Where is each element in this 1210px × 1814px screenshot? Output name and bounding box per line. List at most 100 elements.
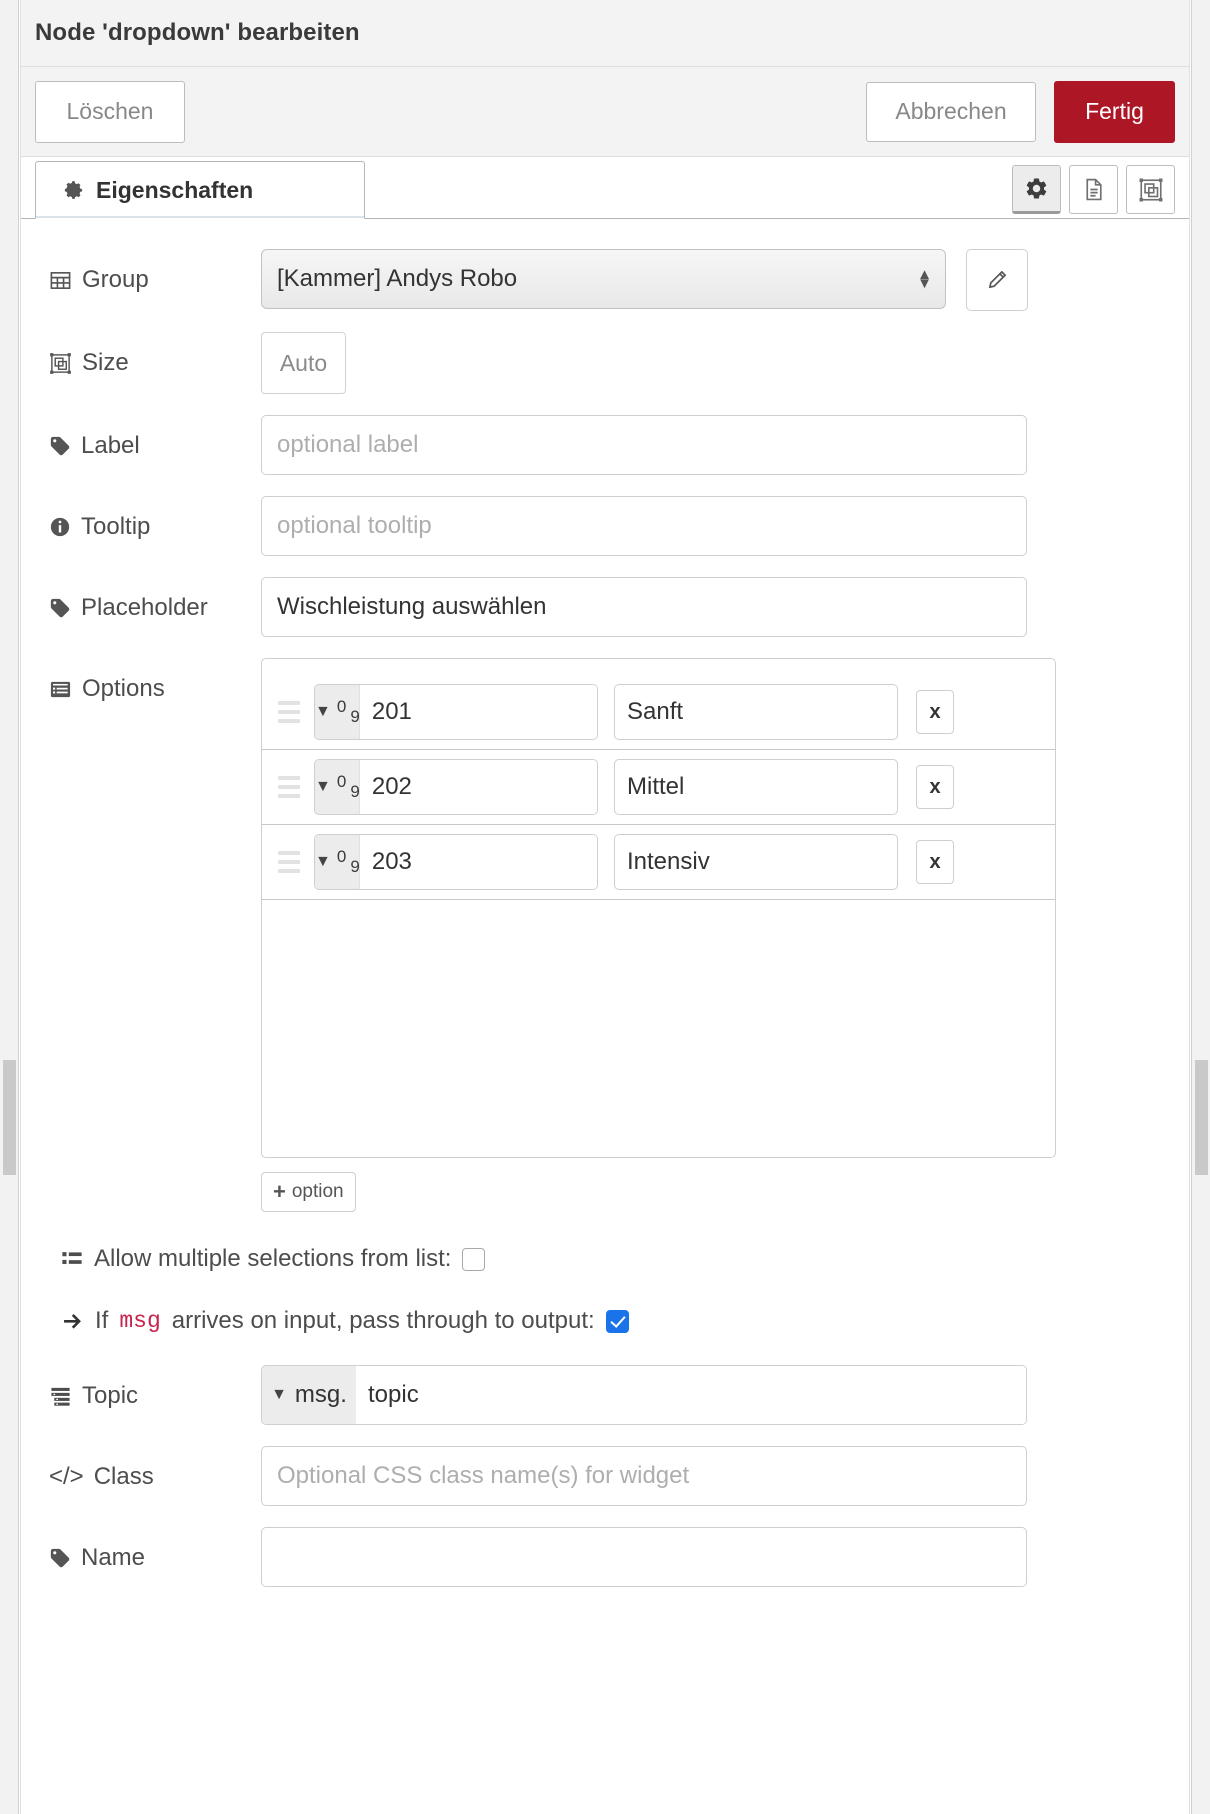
number-type-icon: 09 xyxy=(336,847,360,876)
tooltip-input[interactable] xyxy=(261,496,1027,556)
name-input[interactable] xyxy=(261,1527,1027,1587)
right-scrollbar-thumb[interactable] xyxy=(1195,1060,1208,1175)
option-type-selector[interactable]: ▼ 09 xyxy=(315,760,360,814)
edit-group-button[interactable] xyxy=(966,249,1028,311)
size-label: Size xyxy=(49,332,261,392)
topic-type-label: msg. xyxy=(294,1381,347,1408)
appearance-icon xyxy=(1138,177,1164,203)
msg-token: msg xyxy=(119,1308,161,1334)
label-input[interactable] xyxy=(261,415,1027,475)
option-type-selector[interactable]: ▼ 09 xyxy=(315,685,360,739)
passthrough-text-before: If xyxy=(95,1307,109,1334)
allow-multiple-checkbox[interactable] xyxy=(462,1247,486,1271)
option-value-combo: ▼ 09 xyxy=(314,759,598,815)
topic-input[interactable] xyxy=(356,1366,1026,1424)
class-field xyxy=(261,1446,1175,1506)
add-option-button[interactable]: + option xyxy=(261,1172,356,1212)
gear-icon xyxy=(62,179,85,202)
row-size: Size Auto xyxy=(21,332,1189,394)
name-label: Name xyxy=(49,1527,261,1587)
appearance-tool-button[interactable] xyxy=(1126,165,1175,214)
chevron-down-icon: ▼ xyxy=(271,1386,287,1403)
right-scrollbar[interactable] xyxy=(1191,0,1210,1814)
size-field: Auto xyxy=(261,332,1175,394)
select-arrows-icon: ▲ ▼ xyxy=(917,266,932,292)
tag-icon xyxy=(49,435,71,457)
chevron-down-icon: ▼ xyxy=(315,778,331,795)
remove-option-button[interactable]: x xyxy=(916,765,954,809)
group-select-value: [Kammer] Andys Robo xyxy=(277,265,518,292)
cancel-button[interactable]: Abbrechen xyxy=(866,81,1036,142)
remove-option-button[interactable]: x xyxy=(916,840,954,884)
group-field: [Kammer] Andys Robo ▲ ▼ xyxy=(261,249,1175,311)
document-icon xyxy=(1081,177,1106,202)
passthrough-text-after: arrives on input, pass through to output… xyxy=(171,1307,595,1334)
row-class: </> Class xyxy=(21,1446,1189,1506)
placeholder-field xyxy=(261,577,1175,637)
drag-handle-icon[interactable] xyxy=(272,851,306,873)
widget-label-label: Label xyxy=(49,415,261,475)
placeholder-input[interactable] xyxy=(261,577,1027,637)
allow-multiple-label: Allow multiple selections from list: xyxy=(94,1245,452,1272)
option-row: ▼ 09 x xyxy=(262,825,1055,900)
passthrough-checkbox[interactable] xyxy=(605,1309,629,1333)
tag-icon xyxy=(49,1547,71,1569)
done-button[interactable]: Fertig xyxy=(1054,80,1175,143)
tab-properties[interactable]: Eigenschaften xyxy=(35,161,365,219)
drag-handle-icon[interactable] xyxy=(272,776,306,798)
delete-button[interactable]: Löschen xyxy=(35,80,185,143)
option-value-combo: ▼ 09 xyxy=(314,834,598,890)
size-button[interactable]: Auto xyxy=(261,332,346,394)
group-label-text: Group xyxy=(82,266,149,293)
left-scrollbar[interactable] xyxy=(0,0,19,1814)
resize-icon xyxy=(49,352,72,375)
remove-option-button[interactable]: x xyxy=(916,690,954,734)
options-list: ▼ 09 x xyxy=(261,658,1056,1158)
dialog-titlebar: Node 'dropdown' bearbeiten xyxy=(21,0,1189,67)
chevron-down-icon: ▼ xyxy=(315,703,331,720)
option-label-input[interactable] xyxy=(614,759,898,815)
topic-field: ▼ msg. xyxy=(261,1365,1175,1425)
option-value-input[interactable] xyxy=(359,760,597,814)
properties-tool-button[interactable] xyxy=(1012,165,1061,214)
table-icon xyxy=(49,269,72,292)
description-tool-button[interactable] xyxy=(1069,165,1118,214)
tag-icon xyxy=(49,597,71,619)
topic-combo: ▼ msg. xyxy=(261,1365,1027,1425)
add-option-label: option xyxy=(291,1181,344,1202)
option-label-input[interactable] xyxy=(614,684,898,740)
topic-type-selector[interactable]: ▼ msg. xyxy=(262,1366,356,1424)
row-tooltip: Tooltip xyxy=(21,496,1189,556)
tooltip-field xyxy=(261,496,1175,556)
class-input[interactable] xyxy=(261,1446,1027,1506)
topic-label: Topic xyxy=(49,1365,261,1425)
group-label: Group xyxy=(49,249,261,309)
info-icon xyxy=(49,516,71,538)
size-label-text: Size xyxy=(82,349,129,376)
option-value-input[interactable] xyxy=(359,835,597,889)
row-group: Group [Kammer] Andys Robo ▲ ▼ xyxy=(21,249,1189,311)
options-field: ▼ 09 x xyxy=(261,658,1175,1212)
list-icon xyxy=(49,678,72,701)
code-icon: </> xyxy=(49,1463,84,1490)
node-edit-dialog: Node 'dropdown' bearbeiten Löschen Abbre… xyxy=(0,0,1210,1814)
dialog-action-bar: Löschen Abbrechen Fertig xyxy=(21,67,1189,157)
placeholder-label-text: Placeholder xyxy=(81,594,208,621)
name-field xyxy=(261,1527,1175,1587)
option-row: ▼ 09 x xyxy=(262,675,1055,750)
option-type-selector[interactable]: ▼ 09 xyxy=(315,835,360,889)
class-label-text: Class xyxy=(93,1463,154,1490)
drag-handle-icon[interactable] xyxy=(272,701,306,723)
group-select[interactable]: [Kammer] Andys Robo xyxy=(261,249,946,309)
tab-tool-buttons xyxy=(1012,165,1175,214)
option-label-input[interactable] xyxy=(614,834,898,890)
widget-label-field xyxy=(261,415,1175,475)
left-scrollbar-thumb[interactable] xyxy=(3,1060,16,1175)
row-options: Options ▼ 09 201 Sanft x ▼ 0 9 202 Mitte… xyxy=(21,658,1189,1212)
number-type-icon: 09 xyxy=(336,697,360,726)
option-row: ▼ 09 x xyxy=(262,750,1055,825)
placeholder-label: Placeholder xyxy=(49,577,261,637)
chevron-down-icon: ▼ xyxy=(315,853,331,870)
gear-icon xyxy=(1024,176,1049,201)
option-value-input[interactable] xyxy=(359,685,597,739)
